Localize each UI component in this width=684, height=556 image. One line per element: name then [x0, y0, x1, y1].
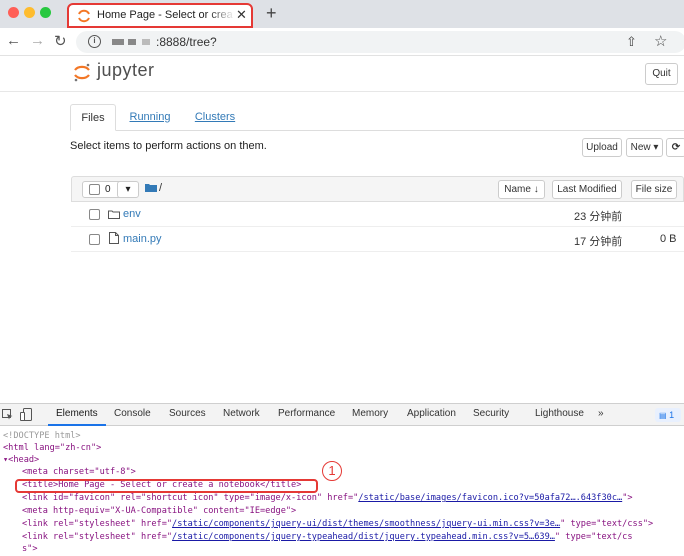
upload-button[interactable]: Upload	[582, 138, 622, 157]
selected-count: 0	[105, 184, 111, 195]
dom-line-html[interactable]: <html lang="zh-cn">	[3, 442, 101, 454]
jupyter-tabs: Files Running Clusters	[70, 104, 684, 131]
dom-line-link-favicon[interactable]: <link id="favicon" rel="shortcut icon" t…	[22, 492, 633, 504]
file-modified: 17 分钟前	[574, 236, 623, 248]
tab-running[interactable]: Running	[126, 104, 174, 131]
maximize-window-button[interactable]	[40, 7, 51, 18]
share-icon[interactable]: ⇧	[626, 34, 637, 50]
file-icon	[109, 232, 119, 244]
devtools-tab-console[interactable]: Console	[114, 408, 151, 419]
url-text: :8888/tree?	[156, 35, 217, 49]
devtools-tab-sources[interactable]: Sources	[169, 408, 206, 419]
dom-line-meta-xua[interactable]: <meta http-equiv="X-UA-Compatible" conte…	[22, 505, 296, 517]
tab-clusters[interactable]: Clusters	[190, 104, 240, 131]
row-checkbox[interactable]	[89, 234, 100, 245]
selection-message: Select items to perform actions on them.	[70, 140, 267, 152]
refresh-button[interactable]: ⟳	[666, 138, 684, 157]
folder-icon	[145, 184, 157, 192]
list-item[interactable]: main.py 17 分钟前 0 B	[71, 227, 684, 252]
minimize-window-button[interactable]	[24, 7, 35, 18]
close-window-button[interactable]	[8, 7, 19, 18]
device-toggle-icon[interactable]	[20, 408, 32, 421]
quit-button[interactable]: Quit	[645, 63, 678, 85]
file-modified: 23 分钟前	[574, 211, 623, 223]
message-icon: ▤	[659, 411, 667, 420]
jupyter-header: jupyter Quit	[0, 56, 684, 92]
site-info-icon[interactable]: i	[88, 35, 101, 48]
active-tab-indicator	[48, 424, 106, 426]
devtools-tab-elements[interactable]: Elements	[56, 408, 98, 419]
devtools-tab-application[interactable]: Application	[407, 408, 456, 419]
tab-files[interactable]: Files	[70, 104, 116, 131]
annotation-marker: 1	[322, 461, 342, 481]
close-tab-icon[interactable]: ✕	[236, 7, 247, 23]
jupyter-logo-text[interactable]: jupyter	[97, 60, 155, 81]
devtools-tab-memory[interactable]: Memory	[352, 408, 388, 419]
issues-badge[interactable]: ▤ 1	[655, 408, 681, 422]
address-bar-row: ← → ↻ i :8888/tree? ⇧ ☆	[0, 28, 684, 56]
devtools-tab-lighthouse[interactable]: Lighthouse	[535, 408, 584, 419]
inspect-element-icon[interactable]	[2, 409, 13, 420]
back-arrow-icon[interactable]: ←	[6, 32, 21, 49]
devtools-tab-performance[interactable]: Performance	[278, 408, 335, 419]
jupyter-logo-icon[interactable]	[72, 62, 92, 82]
new-tab-button[interactable]: +	[266, 3, 277, 24]
sort-by-last-modified-button[interactable]: Last Modified	[552, 180, 622, 199]
loading-spinner-icon	[78, 9, 90, 23]
browser-tab-bar: Home Page - Select or create a notebook …	[0, 0, 684, 28]
redacted-host	[112, 39, 124, 45]
dom-line-head[interactable]: ▾<head>	[3, 454, 39, 466]
devtools-tab-bar: Elements Console Sources Network Perform…	[0, 404, 684, 426]
new-dropdown-button[interactable]: New ▾	[626, 138, 663, 157]
dom-line-link-css1[interactable]: <link rel="stylesheet" href="/static/com…	[22, 518, 653, 530]
url-bar[interactable]: i :8888/tree? ⇧ ☆	[76, 31, 684, 53]
dom-line-meta-charset[interactable]: <meta charset="utf-8">	[22, 466, 136, 478]
sort-by-name-button[interactable]: Name ↓	[498, 180, 545, 199]
file-name-link[interactable]: main.py	[123, 233, 162, 245]
file-name-link[interactable]: env	[123, 208, 141, 220]
select-dropdown-caret[interactable]: ▾	[117, 181, 139, 198]
file-list: 0 ▾ / Name ↓ Last Modified File size env…	[71, 176, 684, 252]
file-size: 0 B	[660, 233, 677, 245]
row-checkbox[interactable]	[89, 209, 100, 220]
dom-line-doctype[interactable]: <!DOCTYPE html>	[3, 430, 81, 442]
dom-line-link-css2[interactable]: <link rel="stylesheet" href="/static/com…	[22, 531, 633, 543]
folder-outline-icon	[108, 210, 120, 219]
title-highlight-box	[15, 479, 318, 493]
bookmark-star-icon[interactable]: ☆	[654, 32, 667, 50]
file-list-header: 0 ▾ / Name ↓ Last Modified File size	[71, 176, 684, 202]
browser-tab-active[interactable]: Home Page - Select or create a notebook …	[67, 3, 253, 28]
devtools-more-tabs-button[interactable]: »	[598, 408, 604, 419]
css1-href-link[interactable]: /static/components/jquery-ui/dist/themes…	[172, 519, 560, 529]
devtools-panel: Elements Console Sources Network Perform…	[0, 403, 684, 556]
favicon-href-link[interactable]: /static/base/images/favicon.ico?v=50afa7…	[358, 493, 622, 503]
sort-by-size-button[interactable]: File size	[631, 180, 677, 199]
issues-count: 1	[669, 410, 675, 420]
select-all-checkbox[interactable]	[89, 184, 100, 195]
dom-line-link-css2-wrap: s">	[22, 544, 38, 554]
devtools-tab-security[interactable]: Security	[473, 408, 509, 419]
forward-arrow-icon[interactable]: →	[30, 32, 45, 49]
breadcrumb-root[interactable]: /	[159, 182, 162, 194]
devtools-tab-network[interactable]: Network	[223, 408, 260, 419]
css2-href-link[interactable]: /static/components/jquery-typeahead/dist…	[172, 532, 555, 542]
reload-icon[interactable]: ↻	[54, 32, 67, 50]
list-item[interactable]: env 23 分钟前	[71, 202, 684, 227]
